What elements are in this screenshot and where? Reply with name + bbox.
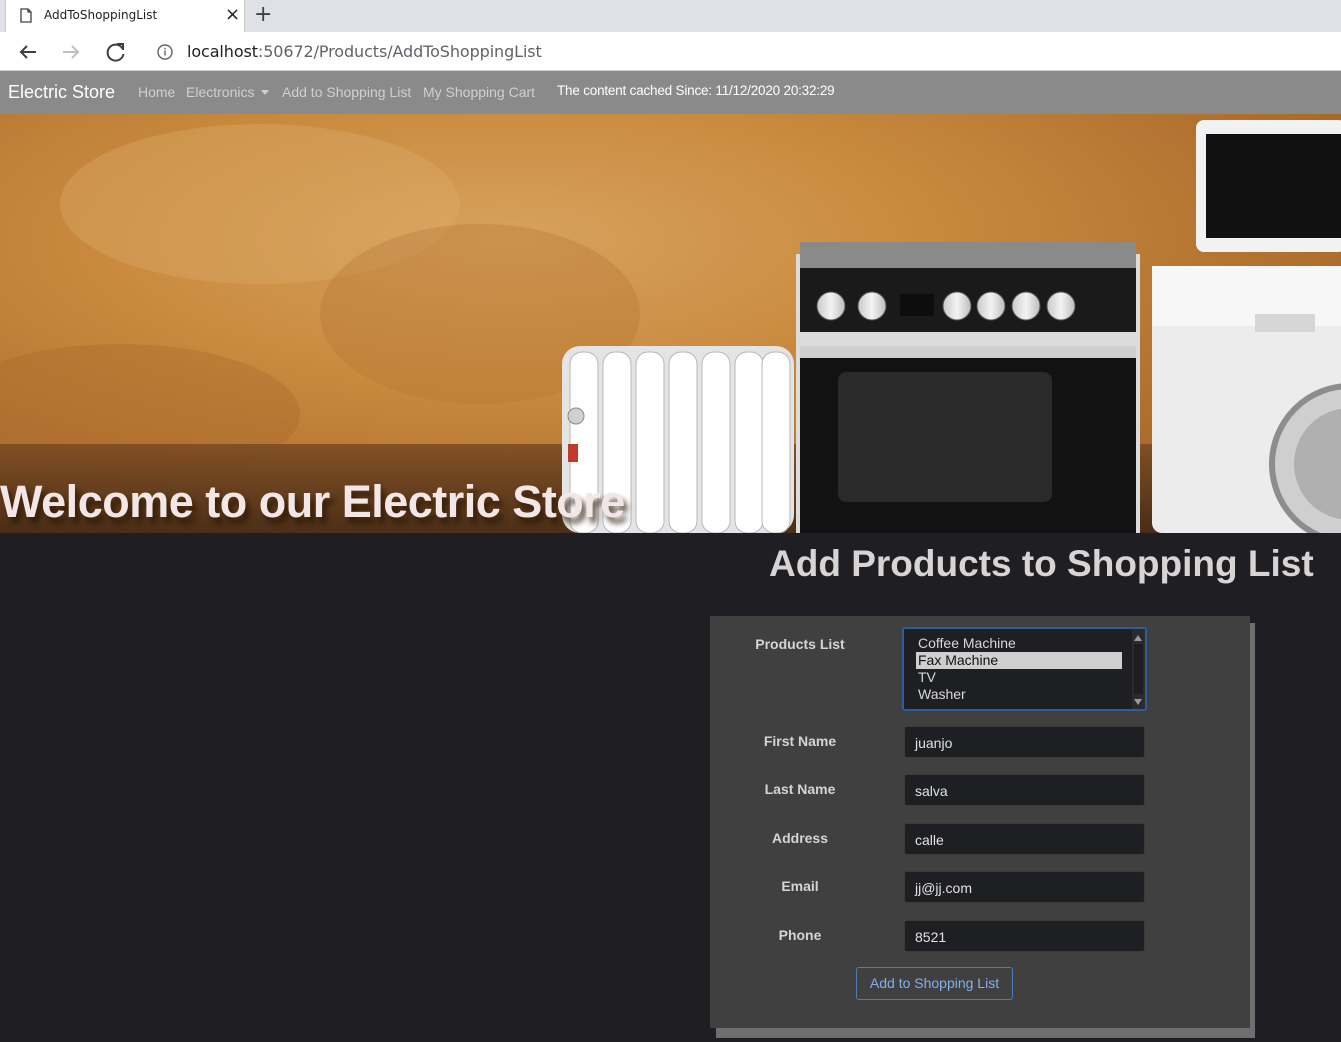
hero-banner: Welcome to our Electric Store xyxy=(0,114,1341,533)
address-bar[interactable]: localhost:50672/Products/AddToShoppingLi… xyxy=(187,42,542,61)
last-name-field[interactable]: salva xyxy=(904,774,1145,806)
product-option-fax-machine[interactable]: Fax Machine xyxy=(916,652,1122,669)
nav-item-electronics[interactable]: Electronics xyxy=(186,84,270,100)
reload-icon[interactable] xyxy=(102,38,130,66)
email-field[interactable]: jj@jj.com xyxy=(904,871,1145,903)
add-to-shopping-list-button[interactable]: Add to Shopping List xyxy=(856,967,1013,1000)
caret-down-icon xyxy=(261,90,270,95)
phone-label: Phone xyxy=(778,927,822,943)
phone-field[interactable]: 8521 xyxy=(904,920,1145,952)
appliances-illustration xyxy=(0,120,1341,533)
product-option-washer[interactable]: Washer xyxy=(916,686,1122,703)
scroll-down-icon[interactable] xyxy=(1134,699,1142,705)
browser-tabstrip: AddToShoppingList × + xyxy=(0,0,1341,32)
product-option-tv[interactable]: TV xyxy=(916,669,1122,686)
new-tab-icon[interactable]: + xyxy=(254,3,272,27)
first-name-field[interactable]: juanjo xyxy=(904,726,1145,758)
address-label: Address xyxy=(771,830,829,846)
address-field[interactable]: calle xyxy=(904,823,1145,855)
cache-timestamp: The content cached Since: 11/12/2020 20:… xyxy=(557,83,835,98)
forward-arrow-icon[interactable] xyxy=(57,38,85,66)
scroll-up-icon[interactable] xyxy=(1134,635,1142,641)
nav-item-electronics-label: Electronics xyxy=(186,84,255,100)
url-path: :50672/Products/AddToShoppingList xyxy=(257,42,542,61)
product-option-coffee-machine[interactable]: Coffee Machine xyxy=(916,635,1122,652)
browser-tab[interactable]: AddToShoppingList × xyxy=(5,0,245,32)
tab-title: AddToShoppingList xyxy=(44,8,158,22)
back-arrow-icon[interactable] xyxy=(14,38,42,66)
oven-image xyxy=(796,242,1140,533)
microwave-image xyxy=(1196,120,1341,252)
products-listbox[interactable]: Coffee Machine Fax Machine TV Washer xyxy=(902,627,1147,711)
url-host: localhost xyxy=(187,42,258,61)
listbox-scrollbar[interactable] xyxy=(1132,629,1145,709)
nav-item-home[interactable]: Home xyxy=(138,84,175,100)
nav-item-my-shopping-cart[interactable]: My Shopping Cart xyxy=(423,84,535,100)
site-info-icon[interactable] xyxy=(156,43,174,61)
brand-link[interactable]: Electric Store xyxy=(8,82,115,103)
nav-item-add-to-shopping-list[interactable]: Add to Shopping List xyxy=(282,84,411,100)
close-tab-icon[interactable]: × xyxy=(225,6,240,24)
email-label: Email xyxy=(781,878,819,894)
site-navbar: Electric Store Home Electronics Add to S… xyxy=(0,71,1341,114)
last-name-label: Last Name xyxy=(764,781,836,797)
page-icon xyxy=(20,8,32,23)
page-title: Add Products to Shopping List xyxy=(769,543,1314,584)
hero-title: Welcome to our Electric Store xyxy=(0,476,625,527)
washing-machine-image xyxy=(1152,266,1341,533)
scroll-track[interactable] xyxy=(1134,644,1143,694)
first-name-label: First Name xyxy=(763,733,837,749)
products-list-label: Products List xyxy=(755,636,845,652)
